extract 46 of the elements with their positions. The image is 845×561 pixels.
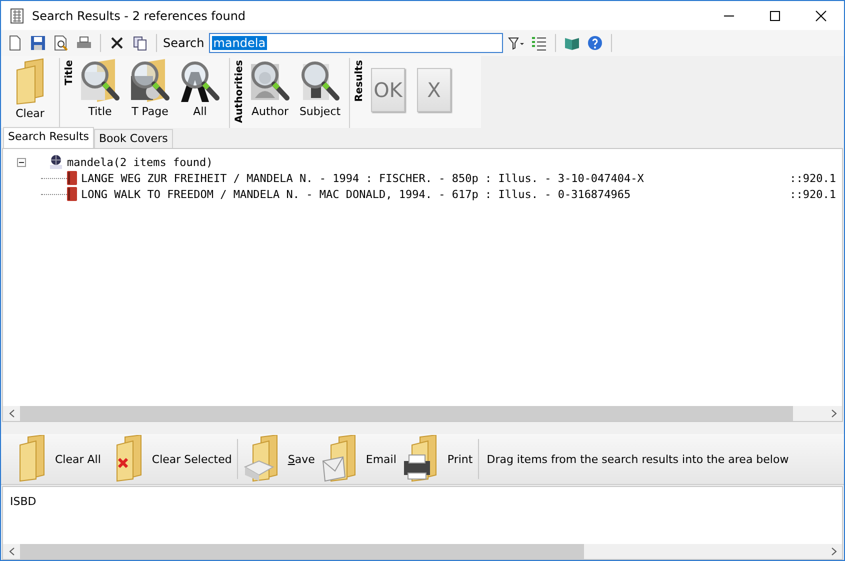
book-icon (67, 187, 77, 201)
checklist-icon[interactable] (531, 35, 548, 51)
filter-dropdown-icon[interactable] (508, 35, 524, 51)
printer-icon[interactable] (76, 35, 92, 51)
tree-item-value: ::920.1 (790, 188, 836, 200)
book-icon[interactable] (564, 35, 580, 51)
action-button[interactable]: Email (318, 435, 400, 483)
hint-text: Drag items from the search results into the area below (486, 452, 789, 466)
tree-item[interactable]: LONG WALK TO FREEDOM / MANDELA N. - MAC DONALD, 1994. - 617p : Illus. - 0-316874965 (81, 188, 790, 200)
scrollbar-thumb[interactable] (20, 544, 584, 559)
print-preview-icon[interactable] (53, 35, 69, 51)
ribbon-button[interactable]: Author (245, 58, 295, 128)
group-title: Results (354, 60, 365, 102)
action-button[interactable]: Save (240, 435, 318, 483)
ribbon-button[interactable]: Title (75, 58, 125, 128)
action-button[interactable]: Print (399, 435, 476, 483)
group-title: Title (64, 60, 75, 86)
close-icon[interactable] (813, 8, 829, 24)
ribbon-button[interactable]: T Page (125, 58, 175, 128)
globe-icon (48, 154, 64, 170)
ribbon-button[interactable]: All (175, 58, 225, 128)
save-icon[interactable] (30, 35, 46, 51)
help-icon[interactable] (587, 35, 604, 51)
tree-item[interactable]: LANGE WEG ZUR FREIHEIT / MANDELA N. - 1994 : FISCHER. - 850p : Illus. - 3-10-047404-X (81, 172, 790, 184)
ribbon-button[interactable]: OK (371, 68, 405, 112)
search-label: Search (163, 36, 204, 50)
ribbon-button[interactable]: Subject (295, 58, 345, 128)
copy-icon[interactable] (132, 35, 148, 51)
horizontal-scrollbar[interactable] (3, 544, 842, 559)
calculator-icon (10, 8, 24, 24)
window-title: Search Results - 2 references found (32, 8, 247, 22)
action-button[interactable]: Clear Selected (104, 435, 235, 483)
ribbon-button[interactable]: X (417, 68, 451, 112)
tab[interactable]: Book Covers (94, 129, 173, 148)
collapse-toggle[interactable] (17, 158, 26, 166)
group-title: Authorities (234, 60, 245, 123)
tab[interactable]: Search Results (3, 127, 94, 148)
tree-node[interactable]: mandela(2 items found) (67, 156, 213, 168)
delete-icon[interactable] (109, 35, 125, 51)
search-field[interactable]: mandela (209, 33, 504, 53)
new-document-icon[interactable] (7, 35, 23, 51)
ribbon-button[interactable]: Clear (5, 58, 55, 128)
action-button[interactable]: Clear All (7, 435, 104, 483)
output-label: ISBD (9, 494, 38, 510)
book-icon (67, 171, 77, 185)
tree-item-value: ::920.1 (790, 172, 836, 184)
